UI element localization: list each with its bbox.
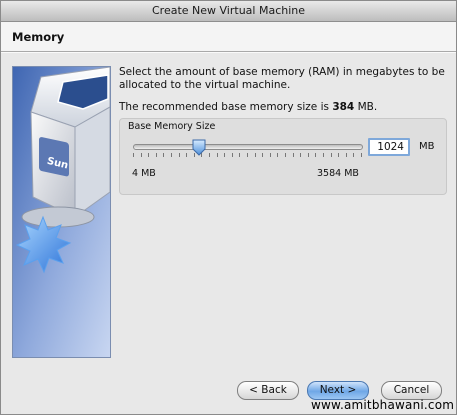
slider-tick (140, 153, 142, 157)
memory-max-label: 3584 MB (317, 168, 359, 179)
slider-tick (323, 153, 324, 157)
slider-tick (307, 153, 309, 157)
slider-tick (148, 153, 150, 157)
slider-tick (285, 153, 286, 157)
slider-thumb-icon[interactable] (192, 139, 206, 156)
page-title: Memory (12, 30, 65, 44)
slider-tick (361, 153, 362, 157)
slider-tick (292, 153, 294, 157)
slider-tick (330, 153, 332, 157)
header-divider-highlight (1, 52, 456, 53)
slider-tick (353, 153, 355, 157)
wizard-window: Create New Virtual Machine Memory Sun Se… (0, 0, 457, 415)
slider-tick (254, 153, 256, 157)
memory-slider-track[interactable] (133, 144, 363, 150)
slider-tick (345, 153, 347, 157)
sidebar-art: Sun (13, 67, 110, 357)
page-header: Memory (1, 22, 456, 51)
slider-tick (171, 153, 172, 157)
slider-tick (338, 153, 340, 157)
slider-tick (231, 153, 233, 157)
recommended-text: The recommended base memory size is 384 … (119, 101, 449, 113)
slider-tick (315, 153, 317, 157)
memory-size-input[interactable] (368, 138, 410, 156)
memory-min-label: 4 MB (132, 168, 156, 179)
back-button[interactable]: < Back (237, 381, 299, 400)
slider-tick (239, 153, 241, 157)
slider-tick (186, 153, 188, 157)
slider-tick (155, 153, 157, 157)
slider-tick (247, 153, 248, 157)
recommended-value: 384 (332, 101, 355, 113)
slider-tick (269, 153, 271, 157)
slider-tick (216, 153, 218, 157)
slider-tick (262, 153, 264, 157)
window-title: Create New Virtual Machine (1, 1, 456, 22)
slider-tick (163, 153, 165, 157)
memory-unit-label: MB (419, 141, 435, 152)
slider-tick (178, 153, 180, 157)
recommended-suffix: MB. (354, 101, 378, 113)
slider-tick (133, 153, 134, 157)
recommended-prefix: The recommended base memory size is (119, 101, 333, 113)
memory-slider-ticks (133, 153, 363, 158)
slider-tick (300, 153, 302, 157)
memory-group-label: Base Memory Size (128, 121, 216, 132)
slider-tick (209, 153, 210, 157)
slider-tick (277, 153, 279, 157)
description-text: Select the amount of base memory (RAM) i… (119, 66, 445, 91)
slider-tick (224, 153, 226, 157)
virtualbox-cube-icon: Sun (12, 66, 111, 358)
watermark-text: www.amitbhawani.com (311, 398, 455, 412)
